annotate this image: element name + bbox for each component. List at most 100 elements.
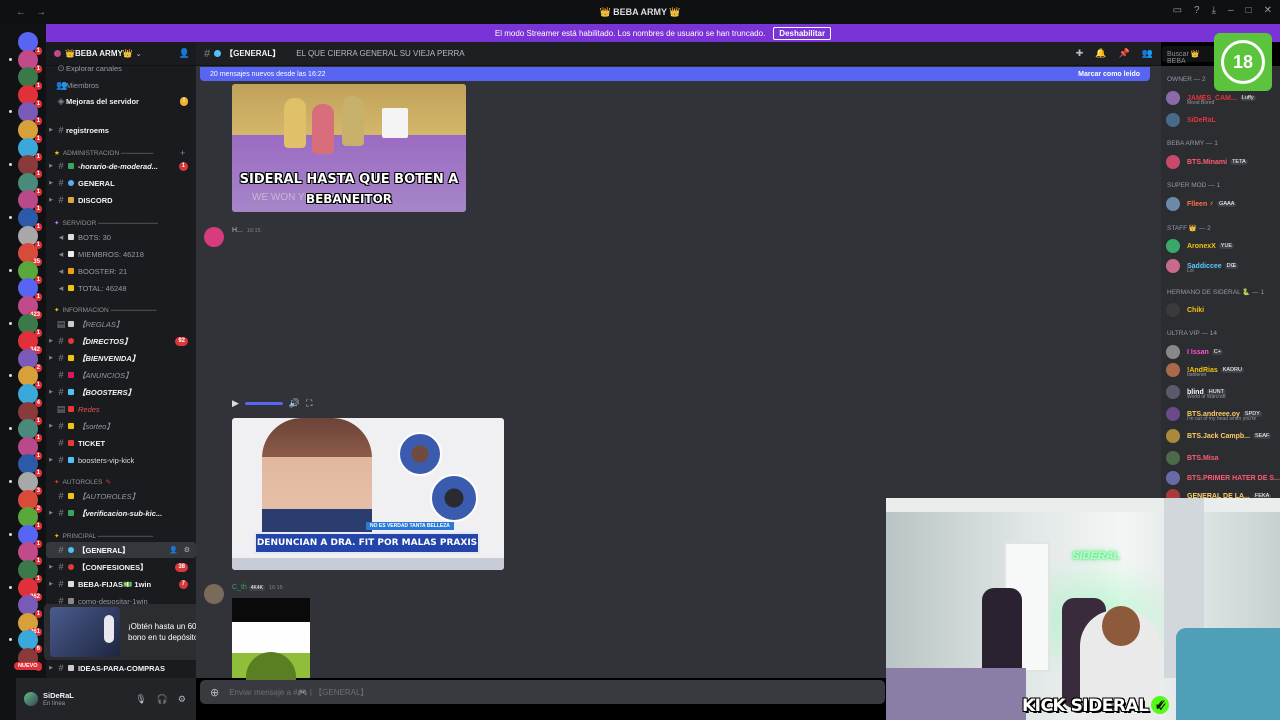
member-item[interactable]: I Issan C+: [1166, 344, 1223, 360]
member-item[interactable]: BTS.Minami TETA: [1166, 154, 1248, 170]
channel-ticket[interactable]: # TICKET: [46, 435, 196, 451]
meme-image[interactable]: SIDERAL HASTA QUE BOTEN A WE WON YMORE! …: [232, 84, 466, 212]
avatar: [1166, 385, 1180, 399]
channel-verificacion[interactable]: ▶ # 【verificacion-sub-kic...: [46, 505, 196, 521]
add-channel-icon[interactable]: +: [180, 148, 185, 158]
channel-reglas[interactable]: ▤ 【REGLAS】: [46, 316, 196, 332]
member-tag: Luffy: [1239, 95, 1256, 101]
new-messages-bar[interactable]: 20 mensajes nuevos desde las 16:22 Marca…: [200, 67, 1150, 81]
stat-bots[interactable]: ◂ BOTS: 30: [46, 229, 196, 245]
heart-icon: ✦: [54, 479, 60, 486]
channel-horario[interactable]: ▶ # -horario-de-moderad... 1: [46, 158, 196, 174]
add-attachment-icon[interactable]: ⊕: [210, 686, 219, 699]
disable-streamer-button[interactable]: Deshabilitar: [773, 26, 832, 40]
member-name: Chiki: [1187, 306, 1205, 314]
search-input[interactable]: Buscar 👑BEBA: [1162, 46, 1222, 65]
member-item[interactable]: GENERAL DE LA... FEKA: [1166, 488, 1272, 498]
maximize-icon[interactable]: □: [1246, 5, 1252, 16]
member-activity: World of Warcraft: [1187, 394, 1226, 400]
settings-icon[interactable]: ⚙: [184, 546, 190, 554]
member-item[interactable]: AronexX YUE: [1166, 238, 1235, 254]
member-item[interactable]: blind HUNT World of Warcraft: [1166, 384, 1226, 400]
member-item[interactable]: !AndRias KADRU battlenet: [1166, 362, 1244, 378]
category-informacion[interactable]: ✦ INFORMACION ──────────: [54, 304, 157, 316]
channel-confesiones[interactable]: ▶ # 【CONFESIONES】 38: [46, 559, 196, 575]
close-icon[interactable]: ✕: [1264, 5, 1272, 16]
avatar[interactable]: [24, 692, 38, 706]
mark-as-read-button[interactable]: Marcar como leído: [1078, 71, 1140, 78]
channel-beba-fijas[interactable]: ▶ # BEBA-FIJAS💵 1win 7: [46, 576, 196, 592]
message-author[interactable]: C_th 4K4K 16:15: [232, 584, 283, 591]
channel-discord[interactable]: ▶ # DISCORD: [46, 192, 196, 208]
member-item[interactable]: Saddiccee DŒ Lol: [1166, 258, 1239, 274]
download-icon[interactable]: ⤓: [1212, 5, 1216, 16]
channel-anuncios[interactable]: # 【ANUNCIOS】: [46, 367, 196, 383]
member-tag: SEAF: [1253, 433, 1272, 439]
microphone-icon[interactable]: 🎙: [135, 694, 146, 705]
avatar[interactable]: [204, 227, 224, 247]
message-input[interactable]: ⊕ Enviar mensaje a #🎮 | 【GENERAL】: [200, 680, 885, 704]
member-item[interactable]: BTS.andreee.oy SPDY I'm out of my head whe…: [1166, 406, 1262, 422]
channel-sorteo[interactable]: ▶ # 【sorteo】: [46, 418, 196, 434]
chat-header: # 【GENERAL】 EL QUE CIERRA GENERAL SU VIE…: [196, 42, 1161, 66]
member-item[interactable]: Flleen ⚡ GAAA: [1166, 196, 1237, 212]
notification-bell-icon[interactable]: 🔔: [1095, 48, 1106, 59]
stat-miembros[interactable]: ◂ MIEMBROS: 46218: [46, 246, 196, 262]
volume-slider[interactable]: [244, 401, 283, 405]
member-list-icon[interactable]: 👥: [1142, 48, 1153, 59]
hash-icon: #: [58, 125, 64, 135]
help-icon[interactable]: ?: [1194, 5, 1200, 16]
inbox-icon[interactable]: ▭: [1173, 5, 1182, 16]
role-header: ULTRA VIP — 14: [1167, 330, 1217, 337]
user-info[interactable]: SiDeRaL En línea: [43, 691, 74, 707]
unread-pip: [9, 638, 12, 642]
user-settings-icon[interactable]: ⚙: [178, 694, 186, 705]
add-member-icon[interactable]: 👤: [179, 48, 190, 59]
channel-bienvenida[interactable]: ▶ # 【BIENVENIDA】: [46, 350, 196, 366]
channel-boosters[interactable]: ▶ # 【BOOSTERS】: [46, 384, 196, 400]
role-header: OWNER — 2: [1167, 76, 1206, 83]
channel-autoroles[interactable]: # 【AUTOROLES】: [46, 488, 196, 504]
member-item[interactable]: Chiki: [1166, 302, 1204, 318]
channel-directos[interactable]: ▶ # 【DIRECTOS】 92: [46, 333, 196, 349]
stat-total[interactable]: ◂ TOTAL: 46248: [46, 280, 196, 296]
avatar[interactable]: [204, 584, 224, 604]
member-item[interactable]: BTS.PRIMER HATER DE S...: [1166, 470, 1280, 486]
video-thumbnail[interactable]: NO ES VERDAD TANTA BELLEZA DENUNCIAN A D…: [232, 418, 504, 570]
server-boost-link[interactable]: ◈ Mejoras del servidor!: [46, 93, 196, 109]
unread-pip: [9, 268, 12, 272]
message-author[interactable]: H... 16:15: [232, 227, 261, 234]
channel-general-admin[interactable]: ▶ # GENERAL: [46, 175, 196, 191]
channel-registroems[interactable]: ▶ # registroems: [46, 122, 196, 138]
volume-icon[interactable]: 🔊: [289, 398, 300, 409]
stat-booster[interactable]: ◂ BOOSTER: 21: [46, 263, 196, 279]
member-name: BTS.Misa: [1187, 454, 1219, 462]
play-icon[interactable]: ▶: [232, 398, 239, 409]
channel-redes[interactable]: ▤ Redes: [46, 401, 196, 417]
category-autoroles[interactable]: ✦ AUTOROLES ✎: [54, 476, 111, 488]
category-principal[interactable]: ✦ PRINCIPAL ────────────: [54, 530, 153, 542]
user-status: En línea: [43, 701, 66, 707]
attached-image[interactable]: [232, 598, 310, 682]
member-item[interactable]: SiDeRaL: [1166, 112, 1216, 128]
news-headline: DENUNCIAN A DRA. FIT POR MALAS PRAXIS: [254, 532, 480, 554]
category-servidor[interactable]: ✦ SERVIDOR ─────────────: [54, 217, 158, 229]
threads-icon[interactable]: ✚: [1076, 48, 1084, 59]
avatar: [1166, 489, 1180, 498]
headphones-icon[interactable]: 🎧: [157, 694, 168, 705]
browse-channels[interactable]: ⊙ Explorar canales: [46, 60, 196, 76]
fullscreen-icon[interactable]: ⛶: [306, 398, 312, 409]
members-link[interactable]: 👥 Miembros: [46, 77, 196, 93]
new-messages-text: 20 mensajes nuevos desde las 16:22: [210, 70, 326, 78]
pinned-icon[interactable]: 📌: [1119, 48, 1130, 59]
member-item[interactable]: BTS.Misa: [1166, 450, 1219, 466]
channel-boosters-vip-kick[interactable]: ▶ # boosters-vip-kick: [46, 452, 196, 468]
minimize-icon[interactable]: –: [1228, 5, 1234, 16]
member-item[interactable]: BTS.Jack Campb... SEAF: [1166, 428, 1272, 444]
channel-topic[interactable]: EL QUE CIERRA GENERAL SU VIEJA PERRA: [296, 49, 464, 58]
channel-general-active[interactable]: # 【GENERAL】 👤 ⚙: [46, 542, 196, 558]
channel-ideas-para-compras[interactable]: ▶ # IDEAS-PARA-COMPRAS: [46, 660, 196, 676]
invite-icon[interactable]: 👤: [169, 546, 178, 554]
avatar: [1166, 239, 1180, 253]
member-item[interactable]: JAMES_CAM... Luffy Mood Bored: [1166, 90, 1256, 106]
